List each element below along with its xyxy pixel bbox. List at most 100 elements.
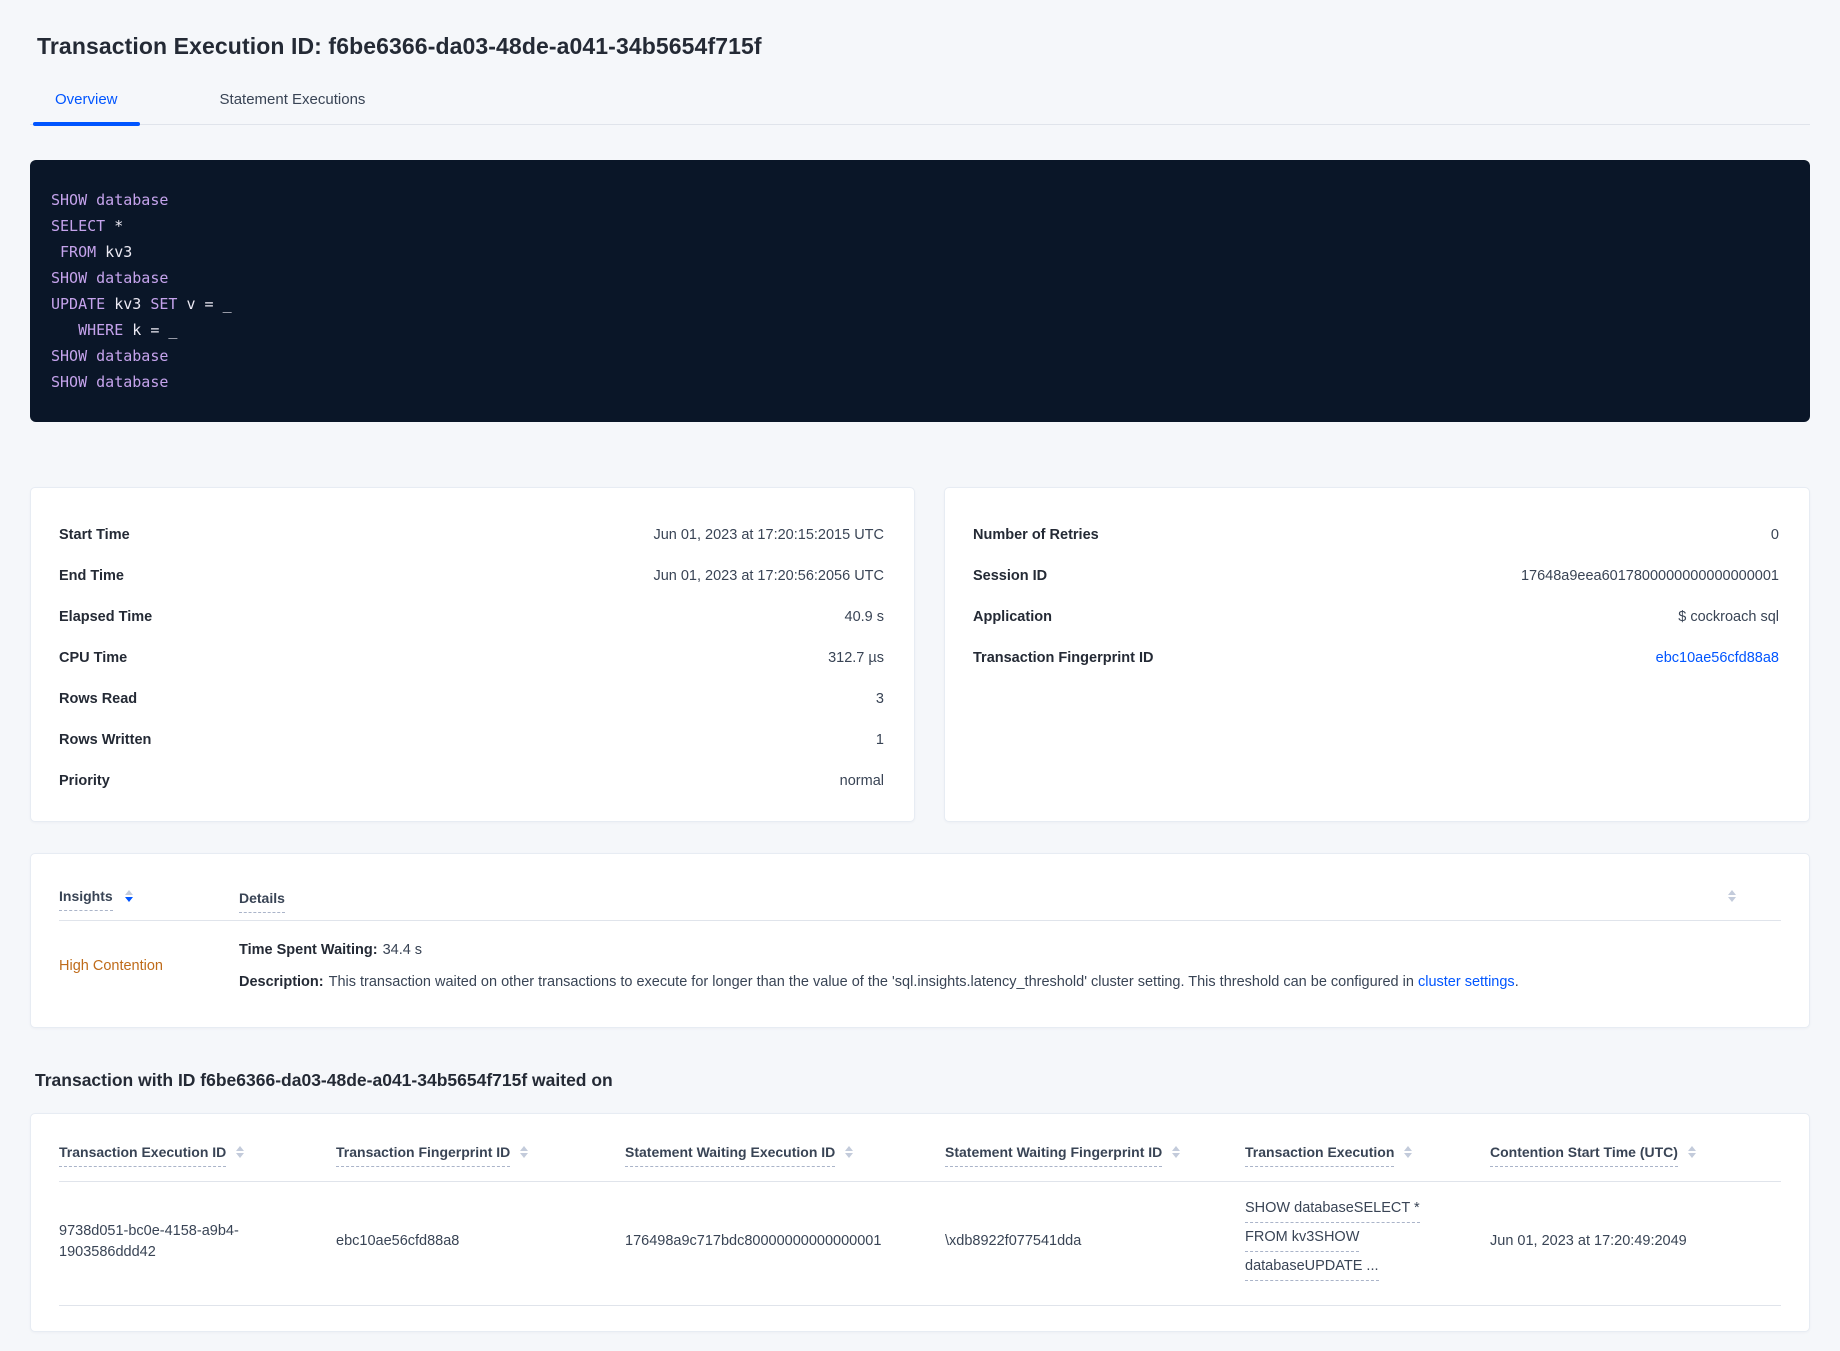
transaction-execution-link-line: FROM kv3SHOW (1245, 1227, 1466, 1256)
time-spent-waiting-value: 34.4 s (382, 942, 423, 958)
insights-column-header: Insights (59, 888, 239, 911)
sql-keyword: FROM (60, 243, 97, 261)
summary-row: Rows Read 3 (59, 678, 884, 719)
table-cell: \xdb8922f077541dda (945, 1231, 1245, 1252)
summary-row-value: 40.9 s (844, 608, 885, 625)
sql-keyword: SET (150, 295, 178, 313)
table-cell: 176498a9c717bdc80000000000000001 (625, 1231, 945, 1252)
time-spent-waiting: Time Spent Waiting: 34.4 s (239, 940, 1519, 960)
sort-down-arrow (1404, 1153, 1413, 1158)
waited-column-header: Statement Waiting Execution ID (625, 1144, 945, 1181)
summary-row-value: 0 (1770, 526, 1779, 543)
summary-row-value: $ cockroach sql (1678, 608, 1779, 625)
table-cell-text: 9738d051-bc0e-4158-a9b4- (59, 1222, 239, 1239)
sql-text: * (105, 217, 124, 235)
sort-icon[interactable] (1687, 1146, 1696, 1158)
summary-row: Number of Retries 0 (973, 514, 1779, 555)
details-column-label[interactable]: Details (239, 890, 285, 913)
waited-column-label[interactable]: Statement Waiting Fingerprint ID (945, 1144, 1163, 1167)
summary-row-label: Priority (59, 772, 110, 789)
transaction-execution-link-line: SHOW databaseSELECT * (1245, 1198, 1466, 1227)
sort-icon[interactable] (520, 1146, 529, 1158)
sql-keyword: WHERE (78, 321, 124, 339)
insights-column-label[interactable]: Insights (59, 888, 113, 911)
sort-icon[interactable] (845, 1146, 854, 1158)
summary-row: Rows Written 1 (59, 719, 884, 760)
transaction-execution-link[interactable]: FROM kv3SHOW (1245, 1227, 1360, 1252)
tab-bar: Overview Statement Executions (30, 91, 1810, 126)
table-cell-text: 176498a9c717bdc80000000000000001 (625, 1233, 882, 1249)
summary-row-label: Elapsed Time (59, 608, 153, 625)
table-cell: SHOW databaseSELECT * FROM kv3SHOW databas… (1245, 1198, 1490, 1285)
sort-icon[interactable] (1728, 890, 1736, 902)
insight-type-badge: High Contention (59, 958, 163, 974)
sort-icon[interactable] (236, 1146, 245, 1158)
sort-up-arrow (1172, 1146, 1181, 1151)
tab-statement-executions[interactable]: Statement Executions (198, 91, 388, 124)
sql-keyword: SHOW database (51, 373, 169, 391)
details-column-header: Details (239, 890, 285, 913)
transaction-execution-link[interactable]: databaseUPDATE ... (1245, 1256, 1379, 1281)
table-cell-text: Jun 01, 2023 at 17:20:49:2049 (1490, 1233, 1687, 1249)
table-cell-text: 1903586ddd42 (59, 1243, 156, 1260)
summary-row-label: Session ID (973, 567, 1048, 584)
transaction-execution-link[interactable]: SHOW databaseSELECT * (1245, 1198, 1420, 1223)
sort-up-arrow (1404, 1146, 1413, 1151)
sort-icon[interactable] (1404, 1146, 1413, 1158)
summary-row: Application $ cockroach sql (973, 596, 1779, 637)
insight-row: High Contention Time Spent Waiting: 34.4 … (59, 921, 1781, 1021)
sql-keyword: SHOW database (51, 347, 169, 365)
summary-row: Start Time Jun 01, 2023 at 17:20:15:2015 … (59, 514, 884, 555)
insight-description: Description: This transaction waited on o… (239, 972, 1519, 992)
sql-line: SHOW database (51, 343, 1789, 369)
waited-column-label[interactable]: Transaction Execution (1245, 1144, 1395, 1167)
sql-keyword: SHOW database (51, 269, 169, 287)
table-cell: Jun 01, 2023 at 17:20:49:2049 (1490, 1231, 1781, 1252)
description-label: Description: (239, 974, 324, 990)
summary-row-label: End Time (59, 567, 124, 584)
execution-summary-card: Start Time Jun 01, 2023 at 17:20:15:2015 … (30, 487, 915, 822)
table-cell: ebc10ae56cfd88a8 (336, 1231, 625, 1252)
summary-row: End Time Jun 01, 2023 at 17:20:56:2056 UT… (59, 555, 884, 596)
transaction-execution-link-line: databaseUPDATE ... (1245, 1256, 1466, 1285)
sort-down-arrow (236, 1153, 245, 1158)
sort-down-arrow (1172, 1153, 1181, 1158)
sql-keyword: SELECT (51, 217, 106, 235)
cluster-settings-link[interactable]: cluster settings (1418, 974, 1515, 990)
sort-icon[interactable] (124, 890, 133, 902)
summary-row: Priority normal (59, 760, 884, 801)
sql-code-block: SHOW database SELECT * FROM kv3 SHOW datab… (30, 160, 1810, 422)
summary-cards-row: Start Time Jun 01, 2023 at 17:20:15:2015 … (30, 487, 1810, 822)
sql-text: kv3 (96, 243, 133, 261)
waited-column-label[interactable]: Statement Waiting Execution ID (625, 1144, 836, 1167)
sql-text: v = _ (177, 295, 232, 313)
waited-column-label[interactable]: Transaction Execution ID (59, 1144, 227, 1167)
insights-table-card: Insights Details High Contention Time Sp… (30, 853, 1810, 1028)
waited-on-table-card: Transaction Execution ID Transaction Fing… (30, 1113, 1810, 1332)
waited-column-header: Transaction Execution (1245, 1144, 1490, 1181)
fingerprint-id-link[interactable]: ebc10ae56cfd88a8 (1656, 650, 1779, 666)
sql-text: k = _ (123, 321, 178, 339)
insight-details: Time Spent Waiting: 34.4 s Description: Th… (239, 940, 1519, 992)
waited-column-label[interactable]: Contention Start Time (UTC) (1490, 1144, 1678, 1167)
tab-overview[interactable]: Overview (33, 91, 140, 126)
summary-row-label: Application (973, 608, 1052, 625)
summary-row-label: Number of Retries (973, 526, 1099, 543)
summary-row: Session ID 17648a9eea60178000000000000000… (973, 555, 1779, 596)
sql-line: SHOW database (51, 187, 1789, 213)
summary-row-label: Transaction Fingerprint ID (973, 649, 1154, 666)
table-cell: 9738d051-bc0e-4158-a9b4- 1903586ddd42 (59, 1221, 336, 1263)
summary-row-value: 312.7 µs (828, 649, 884, 666)
sql-keyword: UPDATE (51, 295, 106, 313)
table-cell-text: \xdb8922f077541dda (945, 1233, 1082, 1249)
summary-row: Elapsed Time 40.9 s (59, 596, 884, 637)
waited-column-header: Statement Waiting Fingerprint ID (945, 1144, 1245, 1181)
sort-icon[interactable] (1172, 1146, 1181, 1158)
time-spent-waiting-label: Time Spent Waiting: (239, 942, 378, 958)
waited-column-header: Transaction Fingerprint ID (336, 1144, 625, 1181)
waited-column-label[interactable]: Transaction Fingerprint ID (336, 1144, 511, 1167)
sort-down-arrow (845, 1153, 854, 1158)
insights-table-header: Insights Details (59, 854, 1781, 921)
